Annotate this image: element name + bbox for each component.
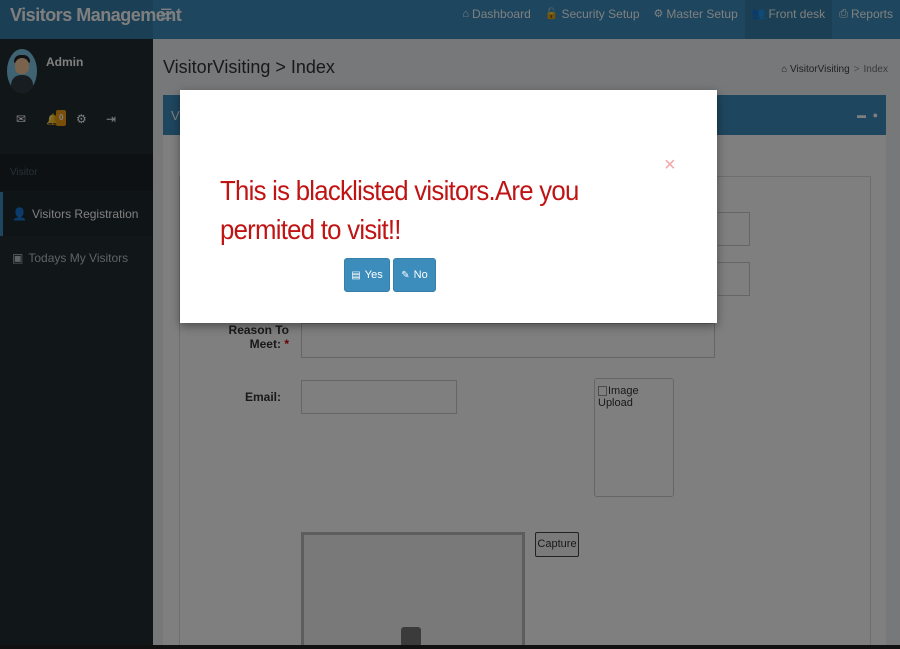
save-icon: ▤ bbox=[351, 270, 361, 281]
yes-button[interactable]: ▤ Yes bbox=[344, 258, 390, 292]
no-button-label: No bbox=[413, 269, 428, 281]
modal-message: This is blacklisted visitors.Are you per… bbox=[220, 175, 579, 245]
yes-button-label: Yes bbox=[364, 269, 383, 281]
close-icon[interactable]: × bbox=[664, 155, 676, 175]
window-bottom-edge bbox=[0, 645, 900, 649]
edit-icon: ✎ bbox=[401, 270, 410, 281]
blacklist-confirm-modal: × This is blacklisted visitors.Are you p… bbox=[180, 90, 717, 323]
no-button[interactable]: ✎ No bbox=[393, 258, 436, 292]
